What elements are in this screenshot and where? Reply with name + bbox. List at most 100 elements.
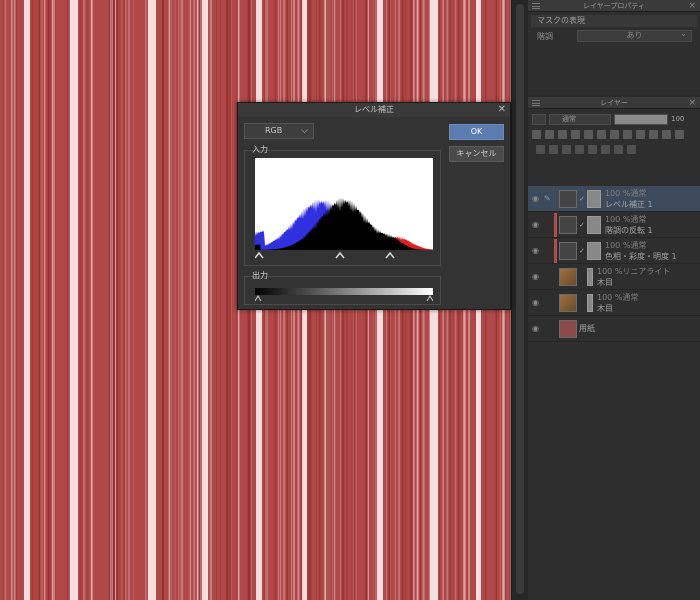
output-level-sliders[interactable] — [255, 295, 433, 302]
wood-grain-line — [38, 0, 40, 600]
wood-grain-line — [176, 0, 179, 600]
channel-select[interactable]: RGB ⌵ — [244, 123, 314, 139]
wood-grain-line — [216, 0, 217, 600]
cancel-button[interactable]: キャンセル — [449, 146, 504, 162]
mask-enable-icon[interactable] — [597, 130, 606, 139]
dialog-title-bar[interactable]: レベル補正 ✕ — [238, 103, 510, 117]
layer-row-woodgrain[interactable]: ◉ 100 %通常 木目 — [528, 290, 700, 316]
wood-grain-line — [180, 0, 182, 600]
output-gradient-bar — [255, 288, 433, 295]
wood-grain-line — [108, 0, 110, 600]
wood-grain-line — [10, 0, 12, 600]
draft-icon[interactable] — [558, 130, 567, 139]
new-folder-icon[interactable] — [562, 145, 571, 154]
wood-grain-line — [210, 0, 212, 600]
palette-icon[interactable] — [623, 130, 632, 139]
mask-thumbnail[interactable] — [587, 293, 593, 312]
mask-expression-section[interactable]: マスクの表現 — [531, 15, 697, 27]
shadow-input-handle[interactable] — [255, 251, 264, 259]
reference-icon[interactable] — [545, 130, 554, 139]
channel-value: RGB — [265, 126, 283, 135]
output-black-handle[interactable] — [255, 295, 262, 302]
close-icon[interactable]: × — [688, 0, 696, 12]
opacity-slider[interactable] — [614, 113, 668, 125]
midtone-input-handle[interactable] — [335, 251, 345, 259]
copy-layer-icon[interactable] — [588, 145, 597, 154]
visibility-eye-icon[interactable]: ◉ — [532, 246, 544, 255]
opacity-value[interactable]: 100 — [671, 115, 684, 123]
wood-grain-line — [162, 0, 164, 600]
menu-icon[interactable] — [532, 100, 540, 106]
wood-grain-line — [145, 0, 147, 600]
transfer-icon[interactable] — [649, 130, 658, 139]
dialog-title: レベル補正 — [354, 105, 394, 114]
mask-thumbnail[interactable] — [587, 215, 601, 234]
wood-grain-line — [219, 0, 222, 600]
layer-mode: 100 %リニアライト — [597, 266, 671, 276]
mask-thumbnail[interactable] — [587, 267, 593, 286]
wood-grain-line — [44, 0, 46, 600]
visibility-eye-icon[interactable]: ◉ — [532, 324, 544, 333]
layer-mode: 100 %通常 — [597, 292, 639, 302]
mask-icon[interactable] — [636, 130, 645, 139]
highlight-input-handle[interactable] — [385, 251, 395, 259]
wood-grain-line — [200, 0, 202, 600]
layer-panel-title: レイヤー — [600, 99, 628, 107]
wood-grain-line — [35, 0, 37, 600]
clip-icon[interactable] — [532, 130, 541, 139]
layer-toolbar: 通常 100 — [528, 112, 700, 126]
layer-panel-title-bar[interactable]: レイヤー × — [528, 97, 700, 109]
blend-mode-select[interactable]: 通常 — [549, 113, 611, 125]
wood-grain-line — [52, 0, 53, 600]
layer-mode: 100 %通常 — [605, 214, 647, 224]
wood-grain-line — [114, 0, 117, 600]
layer-row-invert[interactable]: ◉ ✓ 100 %通常 階調の反転 1 — [528, 212, 700, 238]
fill-icon[interactable] — [614, 145, 623, 154]
new-layer-icon[interactable] — [575, 145, 584, 154]
close-icon[interactable]: ✕ — [498, 103, 506, 117]
ok-button[interactable]: OK — [449, 124, 504, 140]
visibility-eye-icon[interactable]: ◉ — [532, 298, 544, 307]
visibility-eye-icon[interactable]: ◉ — [532, 272, 544, 281]
panel-title-bar[interactable]: レイヤープロパティ × — [528, 0, 700, 12]
ruler-icon[interactable] — [610, 130, 619, 139]
lock-transparent-icon[interactable] — [584, 130, 593, 139]
wood-grain-line — [228, 0, 231, 600]
new-raster-icon[interactable] — [536, 145, 545, 154]
trash-icon[interactable] — [675, 130, 684, 139]
delete-layer-icon[interactable] — [627, 145, 636, 154]
property-panel-title: レイヤープロパティ — [583, 2, 645, 10]
layer-row-levels[interactable]: ◉ ✎ ✓ 100 %通常 レベル補正 1 — [528, 186, 700, 212]
wood-grain-line — [113, 0, 115, 600]
clip-marker — [554, 212, 557, 237]
wood-grain-line — [86, 0, 89, 600]
wood-grain-line — [192, 0, 195, 600]
lock-icon[interactable] — [571, 130, 580, 139]
visibility-eye-icon[interactable]: ◉ — [532, 220, 544, 229]
merge-icon[interactable] — [662, 130, 671, 139]
visibility-eye-icon[interactable]: ◉ — [532, 194, 544, 203]
layer-type-icon[interactable] — [532, 113, 546, 125]
wood-grain-line — [116, 0, 119, 600]
wood-grain-line — [194, 0, 196, 600]
wood-grain-line — [4, 0, 7, 600]
clip-marker — [554, 264, 557, 289]
close-icon[interactable]: × — [688, 97, 696, 109]
layer-row-hsl[interactable]: ◉ ✓ 100 %通常 色相・彩度・明度 1 — [528, 238, 700, 264]
mask-thumbnail[interactable] — [587, 189, 601, 208]
mask-thumbnail[interactable] — [587, 241, 601, 260]
new-vector-icon[interactable] — [549, 145, 558, 154]
output-white-handle[interactable] — [426, 295, 433, 302]
input-level-sliders[interactable] — [255, 250, 433, 260]
canvas-scrollbar[interactable] — [511, 0, 528, 600]
wood-grain-line — [124, 0, 125, 600]
edit-pen-icon: ✎ — [544, 194, 551, 203]
scrollbar-thumb[interactable] — [516, 4, 524, 594]
wood-grain-line — [2, 0, 5, 600]
gradation-select[interactable]: あり — [577, 29, 692, 42]
layer-row-paper[interactable]: ◉ 用紙 — [528, 316, 700, 342]
wood-grain-line — [83, 0, 86, 600]
layer-row-woodgrain-linear[interactable]: ◉ 100 %リニアライト 木目 — [528, 264, 700, 290]
combine-icon[interactable] — [601, 145, 610, 154]
menu-icon[interactable] — [532, 3, 540, 9]
